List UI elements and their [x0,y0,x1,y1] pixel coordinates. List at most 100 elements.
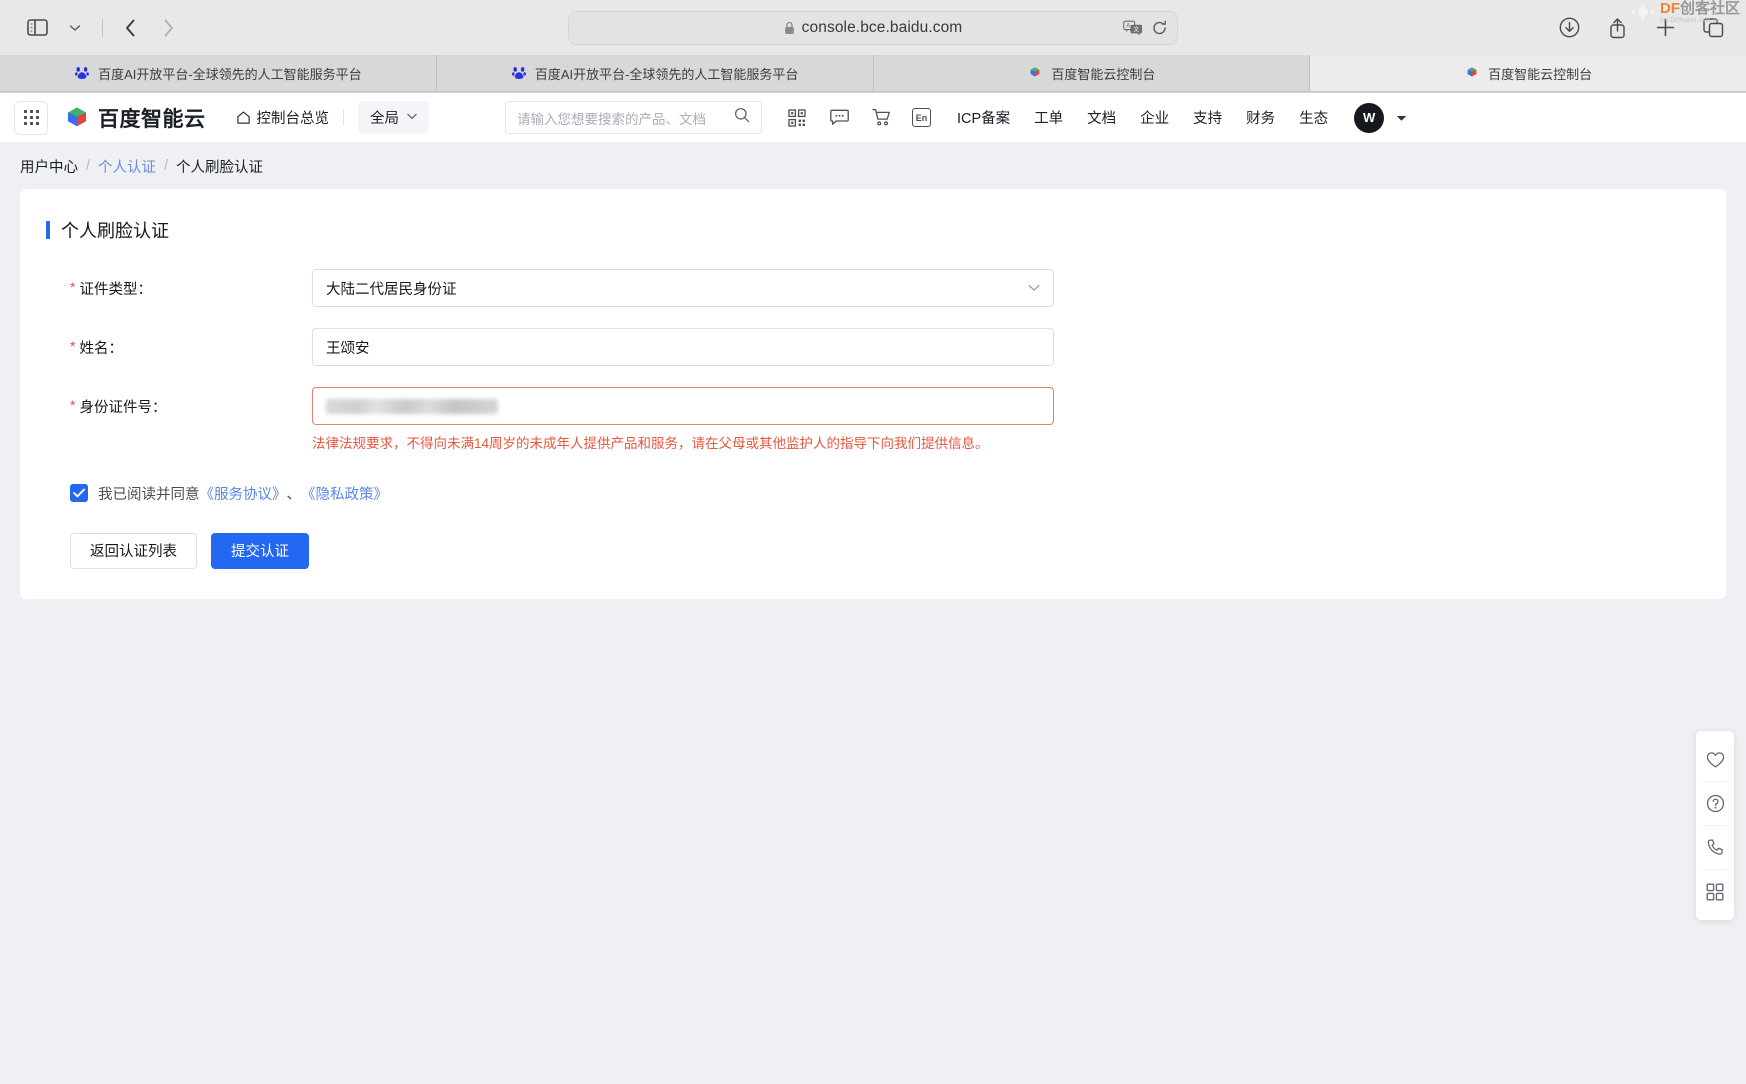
submit-verification-button[interactable]: 提交认证 [211,532,309,569]
caret-down-icon[interactable] [1396,109,1407,127]
browser-tab[interactable]: 百度智能云控制台 [873,55,1311,91]
tab-strip: 百度AI开放平台-全球领先的人工智能服务平台 百度AI开放平台-全球领先的人工智… [0,55,1746,92]
floating-dock [1696,731,1734,920]
brand-name: 百度智能云 [98,107,206,131]
toolbar-divider [102,18,103,37]
form-row-id-number: * 身份证件号： 法律法规要求，不得向未满14周岁的未成年人提供产品和服务，请在… [44,387,1702,455]
sidebar-dropdown-icon[interactable] [58,13,92,43]
browser-tab[interactable]: 百度AI开放平台-全球领先的人工智能服务平台 [0,55,437,91]
id-number-input[interactable] [312,387,1054,425]
region-selector[interactable]: 全局 [358,101,429,134]
grid-apps-icon[interactable] [14,100,48,135]
field-id-type: 大陆二代居民身份证 [312,269,1054,307]
phone-icon[interactable] [1696,826,1734,869]
browser-chrome: console.bce.baidu.com A 文 DF创客社区 mc.DFRo… [0,0,1746,93]
breadcrumb-separator: / [164,158,169,174]
sidebar-toggle-icon[interactable] [20,13,54,43]
form-actions: 返回认证列表 提交认证 [44,532,1702,569]
nav-item-icp[interactable]: ICP备案 [957,107,1010,128]
nav-item-ticket[interactable]: 工单 [1034,107,1063,128]
favorite-heart-icon[interactable] [1696,738,1734,781]
breadcrumb-item-2: 个人刷脸认证 [176,159,264,176]
service-agreement-link[interactable]: 《服务协议》 [200,483,287,504]
label-id-number-text: 身份证件号： [79,400,167,416]
qrcode-icon[interactable] [786,107,808,129]
reload-icon[interactable] [1152,20,1167,35]
back-button[interactable] [113,13,147,43]
nav-item-enterprise[interactable]: 企业 [1140,107,1169,128]
label-name-text: 姓名： [79,341,123,357]
required-mark: * [70,397,76,413]
download-icon[interactable] [1554,13,1584,43]
address-bar-container: console.bce.baidu.com A 文 [568,10,1178,45]
console-header: 百度智能云 控制台总览 全局 请输入您想要搜索的产品、文档 En ICP备案 工… [0,93,1746,143]
agreement-prefix: 我已阅读并同意 [98,486,200,503]
tab-title: 百度智能云控制台 [1488,66,1593,82]
header-icon-group: En [786,107,931,129]
name-value: 王颂安 [326,340,370,357]
nav-item-ecosystem[interactable]: 生态 [1299,107,1328,128]
browser-toolbar: console.bce.baidu.com A 文 DF创客社区 mc.DFRo… [0,0,1746,55]
apps-grid-icon[interactable] [1696,870,1734,913]
cart-icon[interactable] [870,107,892,129]
breadcrumb-item-0: 用户中心 [20,159,78,176]
header-divider [343,109,344,126]
page-title: 个人刷脸认证 [46,217,1702,243]
field-name: 王颂安 [312,328,1054,366]
chevron-down-icon [407,112,417,123]
search-icon[interactable] [734,107,750,128]
nav-item-docs[interactable]: 文档 [1087,107,1116,128]
privacy-policy-link[interactable]: 《隐私政策》 [301,483,388,504]
region-label: 全局 [370,111,399,127]
search-placeholder: 请输入您想要搜索的产品、文档 [517,111,706,127]
verification-card: 个人刷脸认证 * 证件类型： 大陆二代居民身份证 * 姓名： 王颂安 * 身份证… [20,189,1726,599]
help-question-icon[interactable] [1696,782,1734,825]
chevron-down-icon[interactable] [1028,280,1040,296]
address-bar[interactable]: console.bce.baidu.com A 文 [568,10,1178,45]
console-overview-link[interactable]: 控制台总览 [236,107,330,128]
message-icon[interactable] [828,107,850,129]
label-id-type: * 证件类型： [44,269,312,299]
agreement-checkbox[interactable] [70,484,88,503]
language-en-icon[interactable]: En [912,108,931,127]
nav-item-finance[interactable]: 财务 [1246,107,1275,128]
agreement-row: 我已阅读并同意 《服务协议》 、 《隐私政策》 [44,483,1702,504]
required-mark: * [70,338,76,354]
translate-icon[interactable]: A 文 [1123,20,1143,35]
tab-title: 百度AI开放平台-全球领先的人工智能服务平台 [98,66,362,82]
name-input[interactable]: 王颂安 [312,328,1054,366]
user-menu[interactable]: W [1354,102,1407,133]
search-input[interactable]: 请输入您想要搜索的产品、文档 [505,101,762,134]
page-title-text: 个人刷脸认证 [61,221,169,241]
share-icon[interactable] [1602,13,1632,43]
url-display: console.bce.baidu.com [784,19,963,37]
avatar[interactable]: W [1354,102,1385,133]
svg-text:文: 文 [1133,25,1139,33]
address-bar-actions: A 文 [1123,20,1167,35]
baidu-paw-icon [74,65,90,81]
baidu-cloud-icon [1464,65,1480,81]
breadcrumb: 用户中心 / 个人认证 / 个人刷脸认证 [0,143,1746,189]
breadcrumb-item-1[interactable]: 个人认证 [98,156,156,177]
id-type-select[interactable]: 大陆二代居民身份证 [312,269,1054,307]
form-row-id-type: * 证件类型： 大陆二代居民身份证 [44,269,1702,307]
header-nav: ICP备案 工单 文档 企业 支持 财务 生态 [957,107,1328,128]
baidu-cloud-logo-icon [68,107,86,126]
baidu-paw-icon [511,65,527,81]
url-text: console.bce.baidu.com [801,18,963,36]
browser-tab-active[interactable]: 百度智能云控制台 [1310,55,1746,91]
breadcrumb-separator: / [86,158,91,174]
new-tab-button[interactable] [1650,13,1680,43]
label-id-type-text: 证件类型： [79,282,152,298]
browser-tab[interactable]: 百度AI开放平台-全球领先的人工智能服务平台 [436,55,874,91]
browser-toolbar-right [1554,13,1728,43]
tab-overview-button[interactable] [1698,13,1728,43]
home-icon [236,111,250,124]
forward-button[interactable] [151,13,185,43]
console-overview-label: 控制台总览 [256,111,330,127]
back-to-list-button[interactable]: 返回认证列表 [70,532,197,569]
nav-item-support[interactable]: 支持 [1193,107,1222,128]
brand-logo[interactable]: 百度智能云 [64,103,206,133]
page-body: 百度智能云 控制台总览 全局 请输入您想要搜索的产品、文档 En ICP备案 工… [0,93,1746,920]
field-id-number: 法律法规要求，不得向未满14周岁的未成年人提供产品和服务，请在父母或其他监护人的… [312,387,1054,455]
